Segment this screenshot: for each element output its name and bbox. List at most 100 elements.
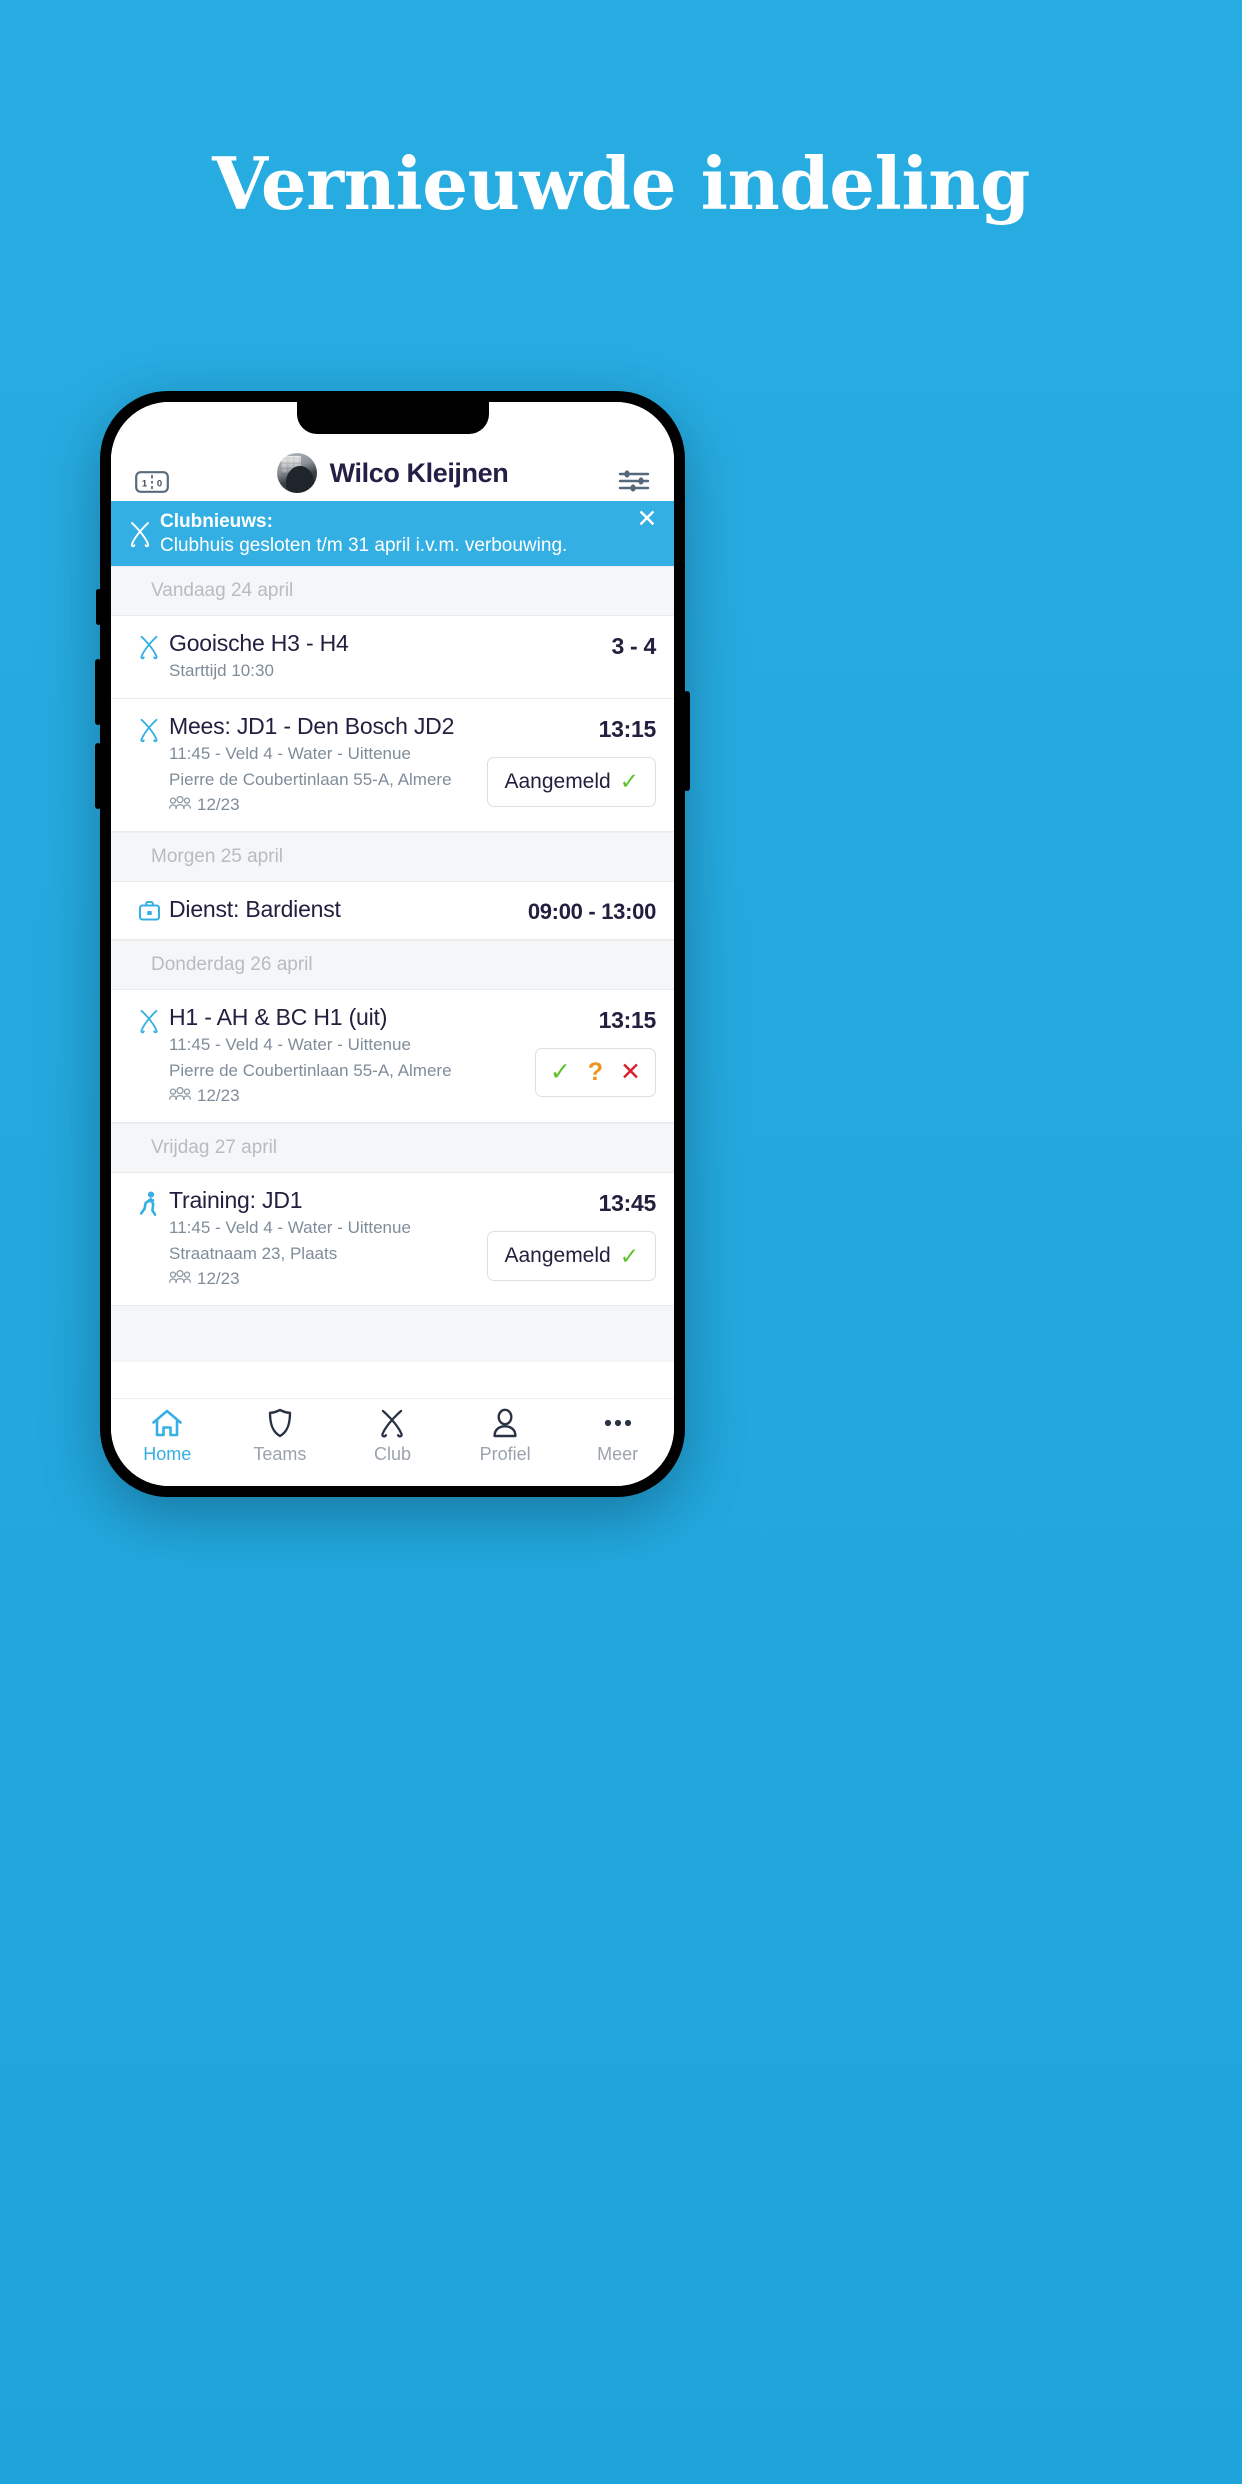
list-item-main: Gooische H3 - H4 Starttijd 10:30 bbox=[169, 630, 486, 684]
attendance: 12/23 bbox=[168, 1267, 478, 1291]
event-time: 13:15 bbox=[598, 1007, 657, 1034]
banner-title: Clubnieuws: bbox=[160, 511, 273, 533]
list-item-main: Dienst: Bardienst bbox=[169, 896, 486, 925]
list-item-right: 13:45 Aangemeld ✓ bbox=[486, 1187, 656, 1291]
event-detail: 11:45 - Veld 4 - Water - Uittenue bbox=[169, 1217, 411, 1237]
tab-label: Home bbox=[143, 1444, 192, 1464]
event-time: 13:45 bbox=[598, 1190, 657, 1217]
event-title: Dienst: Bardienst bbox=[169, 896, 341, 923]
user-name: Wilco Kleijnen bbox=[329, 457, 509, 488]
list-item[interactable]: Dienst: Bardienst 09:00 - 13:00 bbox=[111, 882, 674, 941]
event-title: H1 - AH & BC H1 (uit) bbox=[169, 1004, 388, 1031]
attendance: 12/23 bbox=[168, 1084, 478, 1108]
crossed-hockey-sticks-icon bbox=[129, 713, 169, 817]
phone-volume-down-button bbox=[95, 743, 101, 809]
check-icon: ✓ bbox=[619, 768, 639, 795]
crossed-hockey-sticks-icon bbox=[129, 630, 169, 684]
event-title: Training: JD1 bbox=[169, 1187, 303, 1214]
attendance-count: 12/23 bbox=[197, 1086, 240, 1106]
day-header: Morgen 25 april bbox=[111, 832, 674, 883]
tab-profiel[interactable]: Profiel bbox=[449, 1407, 562, 1465]
home-icon bbox=[151, 1407, 183, 1439]
header-left-slot: 1 0 bbox=[135, 471, 195, 493]
list-item-right: 09:00 - 13:00 bbox=[486, 896, 656, 925]
event-location: Pierre de Coubertinlaan 55-A, Almere bbox=[169, 1060, 452, 1080]
event-score: 3 - 4 bbox=[611, 633, 656, 659]
list-item[interactable]: Mees: JD1 - Den Bosch JD2 11:45 - Veld 4… bbox=[111, 698, 674, 833]
list-item-right: 3 - 4 bbox=[486, 630, 656, 684]
attendance-status-label: Aangemeld bbox=[504, 769, 611, 793]
svg-text:0: 0 bbox=[157, 478, 162, 489]
list-item-right: 13:15 ✓ ? ✕ bbox=[486, 1004, 656, 1108]
event-detail: Starttijd 10:30 bbox=[169, 660, 274, 680]
crossed-hockey-sticks-icon bbox=[377, 1407, 407, 1439]
rsvp-button-group[interactable]: ✓ ? ✕ bbox=[534, 1048, 656, 1098]
sliders-icon[interactable] bbox=[618, 469, 650, 493]
attendance: 12/23 bbox=[168, 793, 478, 817]
list-item[interactable]: Gooische H3 - H4 Starttijd 10:30 3 - 4 bbox=[111, 616, 674, 699]
running-person-icon bbox=[129, 1187, 169, 1291]
header-user[interactable]: Wilco Kleijnen bbox=[195, 453, 590, 493]
briefcase-icon bbox=[129, 896, 169, 925]
page-title: Vernieuwde indeling bbox=[212, 141, 1030, 226]
tab-label: Teams bbox=[253, 1444, 307, 1464]
list-item-main: H1 - AH & BC H1 (uit) 11:45 - Veld 4 - W… bbox=[168, 1004, 486, 1108]
event-location: Straatnaam 23, Plaats bbox=[169, 1244, 338, 1264]
attendance-count: 12/23 bbox=[197, 795, 240, 815]
list-item[interactable]: Training: JD1 11:45 - Veld 4 - Water - U… bbox=[111, 1173, 674, 1307]
bottom-tab-bar: Home Teams Club Profiel Meer bbox=[111, 1398, 674, 1486]
tab-label: Meer bbox=[597, 1444, 639, 1464]
tab-label: Profiel bbox=[479, 1444, 531, 1464]
tab-teams[interactable]: Teams bbox=[224, 1407, 337, 1465]
people-icon bbox=[168, 1267, 192, 1291]
list-item-main: Training: JD1 11:45 - Veld 4 - Water - U… bbox=[168, 1187, 486, 1291]
list-item-right: 13:15 Aangemeld ✓ bbox=[486, 713, 656, 817]
banner-text: Clubnieuws: Clubhuis gesloten t/m 31 apr… bbox=[155, 510, 634, 557]
person-icon bbox=[491, 1407, 519, 1439]
day-header: Vandaag 24 april bbox=[111, 566, 674, 616]
phone-notch bbox=[296, 402, 489, 434]
agenda-list[interactable]: Vandaag 24 april Gooische H3 - H4 Startt… bbox=[111, 566, 674, 1398]
list-item-main: Mees: JD1 - Den Bosch JD2 11:45 - Veld 4… bbox=[168, 712, 486, 817]
phone-screen: 1 0 Wilco Kleijnen Clubnieuws: Clubhuis … bbox=[111, 402, 674, 1486]
attendance-status-button[interactable]: Aangemeld ✓ bbox=[487, 1231, 656, 1282]
event-location: Pierre de Coubertinlaan 55-A, Almere bbox=[169, 769, 452, 789]
crossed-hockey-sticks-icon bbox=[125, 520, 155, 548]
tab-home[interactable]: Home bbox=[111, 1407, 224, 1465]
shield-icon bbox=[266, 1407, 294, 1439]
ellipsis-icon bbox=[602, 1407, 634, 1439]
svg-text:1: 1 bbox=[142, 478, 148, 489]
rsvp-yes-icon[interactable]: ✓ bbox=[550, 1060, 571, 1085]
club-news-banner[interactable]: Clubnieuws: Clubhuis gesloten t/m 31 apr… bbox=[111, 501, 674, 566]
header-right-slot bbox=[590, 469, 650, 493]
tab-meer[interactable]: Meer bbox=[561, 1407, 674, 1465]
event-title: Mees: JD1 - Den Bosch JD2 bbox=[169, 712, 455, 739]
tab-club[interactable]: Club bbox=[336, 1407, 449, 1465]
avatar[interactable] bbox=[276, 453, 317, 493]
attendance-status-button[interactable]: Aangemeld ✓ bbox=[487, 756, 656, 807]
phone-power-button bbox=[684, 691, 690, 791]
people-icon bbox=[168, 1084, 192, 1108]
list-item[interactable]: H1 - AH & BC H1 (uit) 11:45 - Veld 4 - W… bbox=[111, 990, 674, 1124]
event-detail: 11:45 - Veld 4 - Water - Uittenue bbox=[169, 743, 411, 763]
attendance-count: 12/23 bbox=[197, 1269, 240, 1289]
event-title: Gooische H3 - H4 bbox=[169, 630, 349, 656]
tab-label: Club bbox=[373, 1444, 411, 1464]
phone-mockup: 1 0 Wilco Kleijnen Clubnieuws: Clubhuis … bbox=[95, 391, 690, 1497]
banner-body: Clubhuis gesloten t/m 31 april i.v.m. ve… bbox=[160, 534, 568, 556]
list-tail-spacer bbox=[111, 1306, 674, 1363]
phone-volume-up-button bbox=[95, 659, 101, 725]
phone-mute-switch bbox=[96, 589, 101, 625]
event-detail: 11:45 - Veld 4 - Water - Uittenue bbox=[169, 1034, 411, 1054]
rsvp-no-icon[interactable]: ✕ bbox=[620, 1060, 641, 1085]
crossed-hockey-sticks-icon bbox=[129, 1004, 169, 1108]
check-icon: ✓ bbox=[619, 1242, 639, 1269]
rsvp-maybe-icon[interactable]: ? bbox=[588, 1060, 603, 1085]
close-icon[interactable]: ✕ bbox=[634, 507, 660, 532]
event-time: 09:00 - 13:00 bbox=[527, 899, 656, 925]
day-header: Donderdag 26 april bbox=[111, 940, 674, 991]
day-header: Vrijdag 27 april bbox=[111, 1123, 674, 1174]
attendance-status-label: Aangemeld bbox=[504, 1244, 611, 1268]
people-icon bbox=[168, 793, 192, 817]
scoreboard-icon[interactable]: 1 0 bbox=[135, 471, 169, 493]
